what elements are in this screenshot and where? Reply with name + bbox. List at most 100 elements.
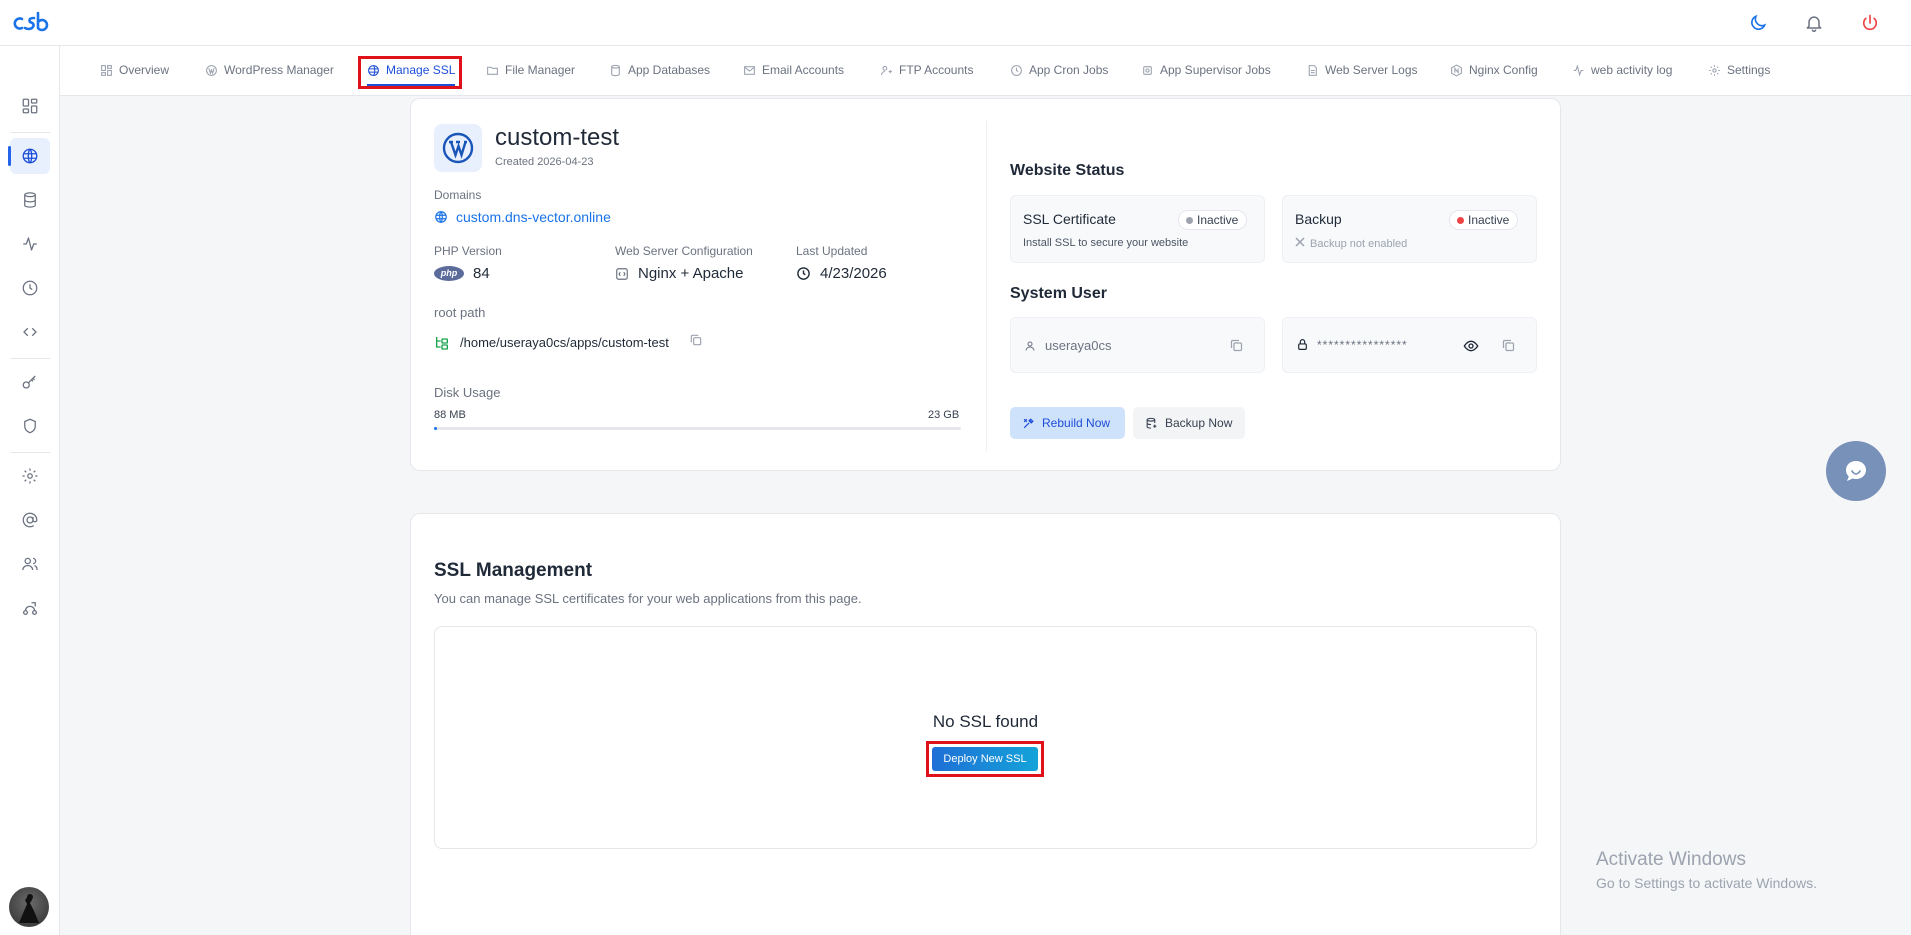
tab-label: Overview: [119, 63, 170, 77]
globe-icon: [435, 211, 447, 223]
moon-icon[interactable]: [1745, 10, 1771, 36]
sidebar: [0, 46, 60, 935]
tab-label: WordPress Manager: [224, 63, 334, 77]
system-user-title: System User: [1010, 285, 1107, 302]
app-name: custom-test: [495, 124, 620, 151]
tab-label: Web Server Logs: [1325, 63, 1418, 77]
backup-status-text: Inactive: [1468, 213, 1510, 227]
disk-usage-fill: [434, 427, 437, 430]
avatar[interactable]: [9, 887, 49, 927]
copy-icon[interactable]: [689, 333, 703, 352]
tab-label: App Supervisor Jobs: [1160, 63, 1271, 77]
grid-icon[interactable]: [10, 88, 50, 124]
clock-icon: [797, 267, 810, 280]
tab-label: Nginx Config: [1469, 63, 1538, 77]
ssl-management-title: SSL Management: [434, 560, 593, 581]
status-dot: [1186, 217, 1193, 224]
backup-status-card: Backup Inactive Backup not enabled: [1282, 195, 1537, 263]
close-icon: [1295, 237, 1305, 250]
tab-file-manager[interactable]: File Manager: [486, 60, 575, 80]
highlight-box: [358, 56, 462, 89]
rebuild-now-label: Rebuild Now: [1042, 416, 1111, 430]
lock-icon: [1296, 338, 1309, 356]
watermark-line2: Go to Settings to activate Windows.: [1596, 875, 1817, 891]
disk-total: 23 GB: [928, 409, 960, 421]
tab-overview[interactable]: Overview: [100, 60, 169, 80]
chat-button[interactable]: [1826, 441, 1886, 501]
tab-web-server-logs[interactable]: Web Server Logs: [1306, 60, 1418, 80]
tab-label: FTP Accounts: [899, 63, 974, 77]
globe-icon[interactable]: [8, 138, 50, 174]
tab-web-activity-log[interactable]: web activity log: [1572, 60, 1672, 80]
web-server-label: Web Server Configuration: [615, 244, 753, 258]
wordpress-logo-icon: [434, 124, 482, 172]
domains-label: Domains: [434, 188, 482, 202]
windows-activation-watermark: Activate Windows Go to Settings to activ…: [1596, 849, 1817, 891]
ssl-status-card: SSL Certificate Inactive Install SSL to …: [1010, 195, 1265, 263]
rebuild-now-button[interactable]: Rebuild Now: [1010, 407, 1125, 439]
copy-icon[interactable]: [1501, 338, 1516, 358]
power-icon[interactable]: [1857, 10, 1883, 36]
tab-wordpress-manager[interactable]: WordPress Manager: [205, 60, 334, 80]
tab-label: File Manager: [505, 63, 576, 77]
folder-tree-icon: [436, 336, 448, 350]
clock-icon[interactable]: [10, 270, 50, 306]
app-logo[interactable]: [12, 9, 56, 37]
tools-icon: [1023, 417, 1034, 428]
ssl-status-text: Inactive: [1197, 213, 1239, 227]
tab-email-accounts[interactable]: Email Accounts: [743, 60, 844, 80]
key-icon[interactable]: [10, 364, 50, 400]
tab-app-databases[interactable]: App Databases: [609, 60, 710, 80]
php-badge-icon: php: [434, 266, 464, 281]
app-info-card: custom-test Created 2026-04-23 Domains c…: [410, 98, 1561, 471]
backup-now-button[interactable]: Backup Now: [1133, 407, 1245, 439]
tab-label: App Databases: [628, 63, 711, 77]
backup-icon: [1146, 417, 1157, 429]
tab-app-supervisor-jobs[interactable]: App Supervisor Jobs: [1141, 60, 1271, 80]
domain-link[interactable]: custom.dns-vector.online: [434, 209, 611, 225]
created-date: Created 2026-04-23: [495, 156, 594, 168]
deploy-new-ssl-button[interactable]: Deploy New SSL: [932, 747, 1038, 771]
database-icon[interactable]: [10, 182, 50, 218]
tab-settings[interactable]: Settings: [1708, 60, 1770, 80]
tab-ftp-accounts[interactable]: FTP Accounts: [880, 60, 973, 80]
code-icon[interactable]: [10, 314, 50, 350]
backup-now-label: Backup Now: [1165, 416, 1233, 430]
users-icon[interactable]: [10, 546, 50, 582]
backup-label: Backup: [1295, 211, 1342, 227]
ssl-empty-panel: No SSL found: [434, 626, 1537, 849]
shield-icon[interactable]: [10, 408, 50, 444]
no-ssl-text: No SSL found: [932, 712, 1039, 731]
ssl-management-card: SSL Management You can manage SSL certif…: [410, 513, 1561, 935]
top-bar: [0, 0, 1911, 46]
activity-icon[interactable]: [10, 226, 50, 262]
ssl-status-badge: Inactive: [1178, 210, 1248, 230]
domain-text: custom.dns-vector.online: [456, 209, 611, 225]
root-path-value: /home/useraya0cs/apps/custom-test: [460, 335, 669, 350]
ssl-certificate-label: SSL Certificate: [1023, 211, 1116, 227]
last-updated: 4/23/2026: [796, 265, 887, 282]
disk-used: 88 MB: [434, 409, 466, 421]
at-icon[interactable]: [10, 502, 50, 538]
eye-icon[interactable]: [1463, 338, 1479, 359]
tab-app-cron-jobs[interactable]: App Cron Jobs: [1010, 60, 1108, 80]
copy-icon[interactable]: [1229, 338, 1244, 358]
password-card: ****************: [1282, 317, 1537, 373]
root-path-label: root path: [434, 305, 486, 320]
route-icon[interactable]: [10, 590, 50, 626]
website-status-title: Website Status: [1010, 162, 1125, 179]
tab-nginx-config[interactable]: Nginx Config: [1450, 60, 1538, 80]
tab-bar: Overview WordPress Manager Manage SSL Fi…: [60, 46, 1911, 96]
gear-icon[interactable]: [10, 458, 50, 494]
last-updated-value: 4/23/2026: [820, 265, 887, 282]
php-version: php 84: [434, 265, 490, 282]
bell-icon[interactable]: [1801, 10, 1827, 36]
php-version-value: 84: [473, 265, 490, 282]
server-icon: [616, 267, 628, 280]
column-divider: [986, 121, 987, 451]
user-icon: [1024, 339, 1036, 357]
sidebar-divider: [10, 132, 50, 133]
deploy-new-ssl-label: Deploy New SSL: [943, 753, 1027, 765]
username-card: useraya0cs: [1010, 317, 1265, 373]
watermark-line1: Activate Windows: [1596, 849, 1746, 870]
